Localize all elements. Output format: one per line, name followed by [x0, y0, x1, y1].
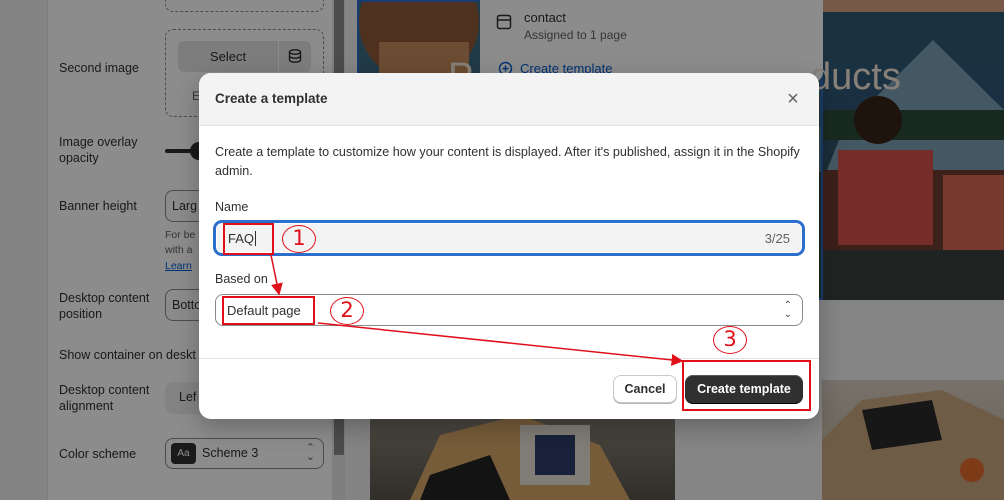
arrow-step-2-to-3 — [317, 322, 684, 366]
annotation-arrows — [270, 254, 684, 366]
arrow-step-1-to-2 — [270, 254, 283, 296]
